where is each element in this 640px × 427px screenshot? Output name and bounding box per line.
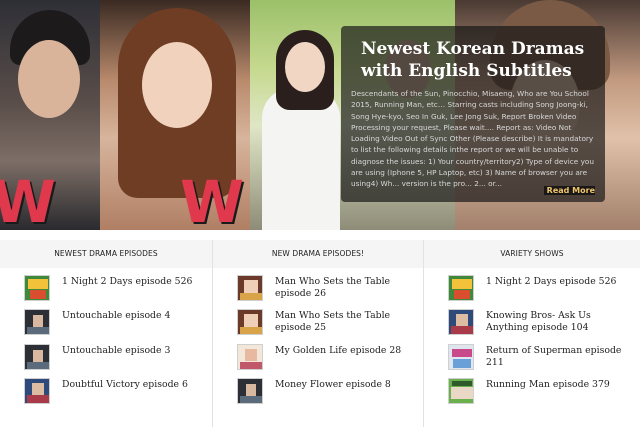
w-show-logo: W	[180, 168, 244, 230]
thumbnail-art	[30, 290, 46, 299]
episode-listings: NEWEST DRAMA EPISODES 1 Night 2 Days epi…	[0, 240, 640, 427]
thumbnail-art	[240, 396, 262, 403]
list-item[interactable]: Running Man episode 379	[448, 378, 634, 404]
list-item[interactable]: Doubtful Victory episode 6	[24, 378, 204, 404]
thumbnail-art	[240, 327, 262, 334]
episode-title-link[interactable]: Return of Superman episode 211	[486, 345, 634, 368]
thumbnail-art	[27, 362, 49, 369]
episode-title-link[interactable]: Doubtful Victory episode 6	[62, 379, 210, 391]
thumbnail-art	[244, 314, 258, 327]
list-item[interactable]: Knowing Bros- Ask Us Anything episode 10…	[448, 309, 634, 335]
episode-title-link[interactable]: Untouchable episode 4	[62, 310, 210, 322]
thumbnail-art	[27, 327, 49, 334]
column-list: 1 Night 2 Days episode 526 Untouchable e…	[0, 268, 212, 427]
thumbnail-art	[27, 395, 49, 403]
column-newest-drama-episodes: NEWEST DRAMA EPISODES 1 Night 2 Days epi…	[0, 240, 212, 427]
episode-title-link[interactable]: Money Flower episode 8	[275, 379, 423, 391]
thumbnail-art	[32, 383, 44, 395]
thumbnail-art	[451, 326, 473, 334]
hero-banner[interactable]: W W Newest Korean Dramas with English Su…	[0, 0, 640, 230]
thumbnail-art	[240, 293, 262, 300]
episode-thumbnail[interactable]	[237, 309, 263, 335]
list-item[interactable]: Money Flower episode 8	[237, 378, 417, 404]
episode-thumbnail[interactable]	[24, 309, 50, 335]
episode-thumbnail[interactable]	[448, 378, 474, 404]
thumbnail-art	[246, 384, 256, 396]
thumbnail-art	[244, 280, 258, 293]
episode-title-link[interactable]: 1 Night 2 Days episode 526	[486, 276, 634, 288]
list-item[interactable]: 1 Night 2 Days episode 526	[24, 275, 204, 301]
column-heading: VARIETY SHOWS	[500, 249, 564, 258]
episode-thumbnail[interactable]	[448, 275, 474, 301]
thumbnail-art	[28, 279, 48, 289]
thumbnail-art	[33, 350, 43, 362]
episode-thumbnail[interactable]	[448, 309, 474, 335]
episode-title-link[interactable]: Knowing Bros- Ask Us Anything episode 10…	[486, 310, 634, 333]
episode-thumbnail[interactable]	[237, 275, 263, 301]
thumbnail-art	[452, 381, 472, 386]
thumbnail-art	[245, 349, 257, 361]
thumbnail-art	[453, 359, 471, 368]
thumbnail-art	[454, 290, 470, 299]
list-item[interactable]: Untouchable episode 4	[24, 309, 204, 335]
column-list: 1 Night 2 Days episode 526 Knowing Bros-…	[424, 268, 640, 427]
list-item[interactable]: My Golden Life episode 28	[237, 344, 417, 370]
episode-title-link[interactable]: 1 Night 2 Days episode 526	[62, 276, 210, 288]
list-item[interactable]: Man Who Sets the Table episode 26	[237, 275, 417, 301]
face-shape	[18, 40, 80, 118]
episode-thumbnail[interactable]	[237, 344, 263, 370]
column-heading: NEWEST DRAMA EPISODES	[54, 249, 158, 258]
list-item[interactable]: Man Who Sets the Table episode 25	[237, 309, 417, 335]
w-show-logo: W	[0, 168, 56, 230]
list-item[interactable]: Return of Superman episode 211	[448, 344, 634, 370]
column-new-drama-episodes: NEW DRAMA EPISODES! Man Who Sets the Tab…	[212, 240, 424, 427]
thumbnail-art	[451, 387, 473, 399]
episode-title-link[interactable]: Man Who Sets the Table episode 26	[275, 276, 423, 299]
face-shape	[285, 42, 325, 92]
column-heading: NEW DRAMA EPISODES!	[271, 249, 365, 258]
episode-title-link[interactable]: Untouchable episode 3	[62, 345, 210, 357]
episode-thumbnail[interactable]	[24, 378, 50, 404]
hero-title[interactable]: Newest Korean Dramas with English Subtit…	[361, 38, 595, 82]
episode-thumbnail[interactable]	[237, 378, 263, 404]
read-more-link[interactable]: Read More	[543, 186, 595, 195]
thumbnail-art	[456, 314, 468, 326]
thumbnail-art	[33, 315, 43, 327]
episode-title-link[interactable]: My Golden Life episode 28	[275, 345, 423, 357]
list-item[interactable]: Untouchable episode 3	[24, 344, 204, 370]
thumbnail-art	[240, 362, 262, 369]
hero-caption-box: Newest Korean Dramas with English Subtit…	[341, 26, 605, 202]
episode-thumbnail[interactable]	[24, 344, 50, 370]
column-variety-shows: VARIETY SHOWS 1 Night 2 Days episode 526…	[424, 240, 640, 427]
list-item[interactable]: 1 Night 2 Days episode 526	[448, 275, 634, 301]
hero-description: Descendants of the Sun, Pinocchio, Misae…	[351, 89, 594, 189]
episode-thumbnail[interactable]	[448, 344, 474, 370]
face-shape	[142, 42, 212, 128]
episode-title-link[interactable]: Running Man episode 379	[486, 379, 634, 391]
thumbnail-art	[452, 279, 472, 289]
column-list: Man Who Sets the Table episode 26 Man Wh…	[213, 268, 423, 427]
thumbnail-art	[452, 349, 472, 357]
episode-title-link[interactable]: Man Who Sets the Table episode 25	[275, 310, 423, 333]
episode-thumbnail[interactable]	[24, 275, 50, 301]
